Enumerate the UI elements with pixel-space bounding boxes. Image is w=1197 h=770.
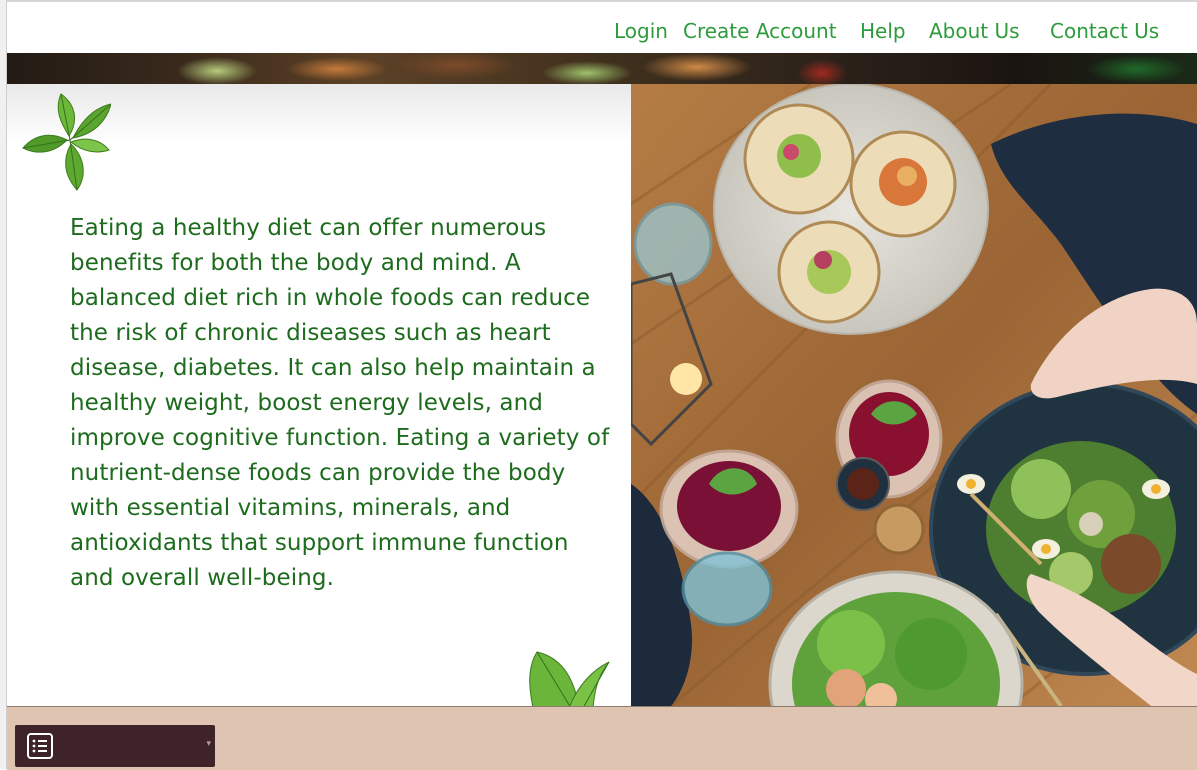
nav-contact-us-link[interactable]: Contact Us	[1050, 19, 1159, 43]
nav-create-account-link[interactable]: Create Account	[683, 19, 837, 43]
bottom-bar: ▾	[7, 706, 1197, 770]
nav-about-us-link[interactable]: About Us	[929, 19, 1020, 43]
window-left-border	[0, 0, 7, 769]
top-navigation: Login Create Account Help About Us Conta…	[7, 2, 1197, 53]
leaf-icon	[22, 93, 111, 191]
healthy-diet-paragraph: Eating a healthy diet can offer numerous…	[70, 215, 610, 591]
food-banner-strip	[7, 53, 1197, 84]
food-table-photo	[631, 84, 1197, 706]
info-card: Eating a healthy diet can offer numerous…	[7, 84, 631, 706]
list-menu-icon[interactable]	[27, 733, 53, 759]
nav-login-link[interactable]: Login	[614, 19, 668, 43]
menu-dropdown[interactable]: ▾	[15, 725, 215, 767]
leaf-icon	[529, 651, 610, 706]
nav-help-link[interactable]: Help	[860, 19, 906, 43]
chevron-down-icon: ▾	[206, 739, 211, 749]
